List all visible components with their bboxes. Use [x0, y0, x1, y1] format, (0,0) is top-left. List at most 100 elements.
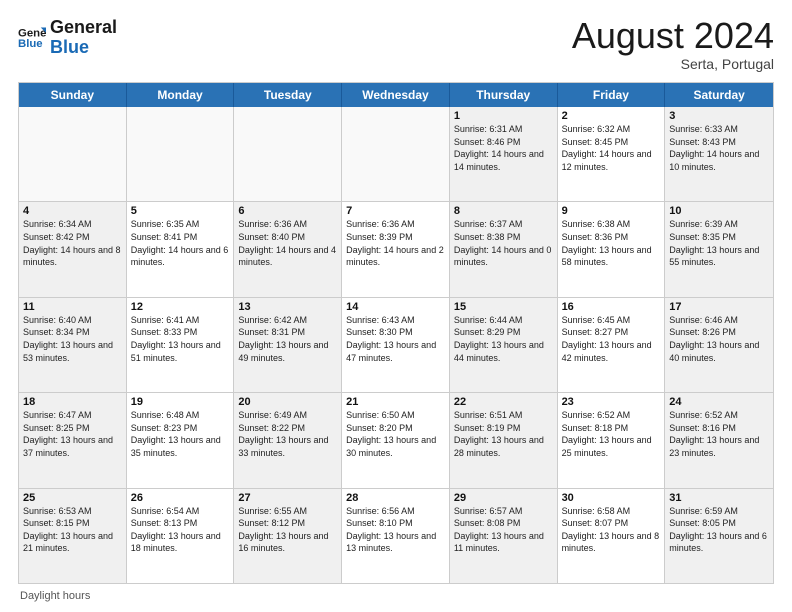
day-number: 6	[238, 205, 337, 217]
cal-row-1: 1Sunrise: 6:31 AM Sunset: 8:46 PM Daylig…	[19, 107, 773, 202]
day-number: 17	[669, 301, 769, 313]
cell-info: Sunrise: 6:50 AM Sunset: 8:20 PM Dayligh…	[346, 409, 445, 459]
day-number: 1	[454, 110, 553, 122]
cell-info: Sunrise: 6:57 AM Sunset: 8:08 PM Dayligh…	[454, 505, 553, 555]
cell-info: Sunrise: 6:36 AM Sunset: 8:39 PM Dayligh…	[346, 218, 445, 268]
cal-cell-5-1: 25Sunrise: 6:53 AM Sunset: 8:15 PM Dayli…	[19, 489, 127, 583]
day-number: 10	[669, 205, 769, 217]
logo: General Blue General Blue	[18, 18, 117, 58]
cal-cell-3-2: 12Sunrise: 6:41 AM Sunset: 8:33 PM Dayli…	[127, 298, 235, 392]
day-number: 16	[562, 301, 661, 313]
cal-cell-4-2: 19Sunrise: 6:48 AM Sunset: 8:23 PM Dayli…	[127, 393, 235, 487]
cal-row-5: 25Sunrise: 6:53 AM Sunset: 8:15 PM Dayli…	[19, 489, 773, 583]
calendar: Sunday Monday Tuesday Wednesday Thursday…	[18, 82, 774, 584]
cal-cell-2-4: 7Sunrise: 6:36 AM Sunset: 8:39 PM Daylig…	[342, 202, 450, 296]
day-number: 26	[131, 492, 230, 504]
calendar-body: 1Sunrise: 6:31 AM Sunset: 8:46 PM Daylig…	[19, 107, 773, 583]
cell-info: Sunrise: 6:40 AM Sunset: 8:34 PM Dayligh…	[23, 314, 122, 364]
logo-blue: Blue	[50, 37, 89, 57]
header-saturday: Saturday	[665, 83, 773, 107]
day-number: 14	[346, 301, 445, 313]
day-number: 23	[562, 396, 661, 408]
cell-info: Sunrise: 6:53 AM Sunset: 8:15 PM Dayligh…	[23, 505, 122, 555]
cell-info: Sunrise: 6:41 AM Sunset: 8:33 PM Dayligh…	[131, 314, 230, 364]
cell-info: Sunrise: 6:52 AM Sunset: 8:16 PM Dayligh…	[669, 409, 769, 459]
cell-info: Sunrise: 6:44 AM Sunset: 8:29 PM Dayligh…	[454, 314, 553, 364]
cell-info: Sunrise: 6:32 AM Sunset: 8:45 PM Dayligh…	[562, 123, 661, 173]
cell-info: Sunrise: 6:56 AM Sunset: 8:10 PM Dayligh…	[346, 505, 445, 555]
cell-info: Sunrise: 6:58 AM Sunset: 8:07 PM Dayligh…	[562, 505, 661, 555]
day-number: 12	[131, 301, 230, 313]
day-number: 21	[346, 396, 445, 408]
cal-cell-1-5: 1Sunrise: 6:31 AM Sunset: 8:46 PM Daylig…	[450, 107, 558, 201]
cal-cell-4-3: 20Sunrise: 6:49 AM Sunset: 8:22 PM Dayli…	[234, 393, 342, 487]
cal-cell-5-2: 26Sunrise: 6:54 AM Sunset: 8:13 PM Dayli…	[127, 489, 235, 583]
cal-cell-2-5: 8Sunrise: 6:37 AM Sunset: 8:38 PM Daylig…	[450, 202, 558, 296]
cal-row-4: 18Sunrise: 6:47 AM Sunset: 8:25 PM Dayli…	[19, 393, 773, 488]
day-number: 15	[454, 301, 553, 313]
cal-cell-4-5: 22Sunrise: 6:51 AM Sunset: 8:19 PM Dayli…	[450, 393, 558, 487]
cal-cell-3-7: 17Sunrise: 6:46 AM Sunset: 8:26 PM Dayli…	[665, 298, 773, 392]
location: Serta, Portugal	[572, 56, 774, 72]
cell-info: Sunrise: 6:47 AM Sunset: 8:25 PM Dayligh…	[23, 409, 122, 459]
logo-icon: General Blue	[18, 24, 46, 52]
day-number: 22	[454, 396, 553, 408]
day-number: 7	[346, 205, 445, 217]
cell-info: Sunrise: 6:42 AM Sunset: 8:31 PM Dayligh…	[238, 314, 337, 364]
month-title: August 2024	[572, 18, 774, 54]
cal-row-3: 11Sunrise: 6:40 AM Sunset: 8:34 PM Dayli…	[19, 298, 773, 393]
day-number: 28	[346, 492, 445, 504]
cal-cell-1-4	[342, 107, 450, 201]
header: General Blue General Blue August 2024 Se…	[18, 18, 774, 72]
cell-info: Sunrise: 6:31 AM Sunset: 8:46 PM Dayligh…	[454, 123, 553, 173]
cal-cell-3-3: 13Sunrise: 6:42 AM Sunset: 8:31 PM Dayli…	[234, 298, 342, 392]
cal-cell-4-1: 18Sunrise: 6:47 AM Sunset: 8:25 PM Dayli…	[19, 393, 127, 487]
calendar-header: Sunday Monday Tuesday Wednesday Thursday…	[19, 83, 773, 107]
header-tuesday: Tuesday	[234, 83, 342, 107]
day-number: 31	[669, 492, 769, 504]
cell-info: Sunrise: 6:38 AM Sunset: 8:36 PM Dayligh…	[562, 218, 661, 268]
cell-info: Sunrise: 6:43 AM Sunset: 8:30 PM Dayligh…	[346, 314, 445, 364]
cal-cell-1-6: 2Sunrise: 6:32 AM Sunset: 8:45 PM Daylig…	[558, 107, 666, 201]
day-number: 25	[23, 492, 122, 504]
cell-info: Sunrise: 6:34 AM Sunset: 8:42 PM Dayligh…	[23, 218, 122, 268]
day-number: 8	[454, 205, 553, 217]
cal-cell-2-6: 9Sunrise: 6:38 AM Sunset: 8:36 PM Daylig…	[558, 202, 666, 296]
day-number: 19	[131, 396, 230, 408]
cal-cell-3-4: 14Sunrise: 6:43 AM Sunset: 8:30 PM Dayli…	[342, 298, 450, 392]
cell-info: Sunrise: 6:46 AM Sunset: 8:26 PM Dayligh…	[669, 314, 769, 364]
cell-info: Sunrise: 6:48 AM Sunset: 8:23 PM Dayligh…	[131, 409, 230, 459]
cal-cell-2-2: 5Sunrise: 6:35 AM Sunset: 8:41 PM Daylig…	[127, 202, 235, 296]
cell-info: Sunrise: 6:45 AM Sunset: 8:27 PM Dayligh…	[562, 314, 661, 364]
day-number: 4	[23, 205, 122, 217]
day-number: 9	[562, 205, 661, 217]
cell-info: Sunrise: 6:39 AM Sunset: 8:35 PM Dayligh…	[669, 218, 769, 268]
day-number: 24	[669, 396, 769, 408]
header-friday: Friday	[558, 83, 666, 107]
day-number: 30	[562, 492, 661, 504]
cal-cell-3-6: 16Sunrise: 6:45 AM Sunset: 8:27 PM Dayli…	[558, 298, 666, 392]
cal-cell-4-7: 24Sunrise: 6:52 AM Sunset: 8:16 PM Dayli…	[665, 393, 773, 487]
cal-cell-5-4: 28Sunrise: 6:56 AM Sunset: 8:10 PM Dayli…	[342, 489, 450, 583]
cal-cell-5-3: 27Sunrise: 6:55 AM Sunset: 8:12 PM Dayli…	[234, 489, 342, 583]
logo-general: General	[50, 17, 117, 37]
cal-cell-5-5: 29Sunrise: 6:57 AM Sunset: 8:08 PM Dayli…	[450, 489, 558, 583]
day-number: 11	[23, 301, 122, 313]
header-right: August 2024 Serta, Portugal	[572, 18, 774, 72]
header-thursday: Thursday	[450, 83, 558, 107]
cell-info: Sunrise: 6:51 AM Sunset: 8:19 PM Dayligh…	[454, 409, 553, 459]
day-number: 18	[23, 396, 122, 408]
header-sunday: Sunday	[19, 83, 127, 107]
cell-info: Sunrise: 6:55 AM Sunset: 8:12 PM Dayligh…	[238, 505, 337, 555]
cal-cell-2-1: 4Sunrise: 6:34 AM Sunset: 8:42 PM Daylig…	[19, 202, 127, 296]
cell-info: Sunrise: 6:52 AM Sunset: 8:18 PM Dayligh…	[562, 409, 661, 459]
cell-info: Sunrise: 6:37 AM Sunset: 8:38 PM Dayligh…	[454, 218, 553, 268]
day-number: 13	[238, 301, 337, 313]
logo-text: General Blue	[50, 18, 117, 58]
header-wednesday: Wednesday	[342, 83, 450, 107]
day-number: 29	[454, 492, 553, 504]
cell-info: Sunrise: 6:59 AM Sunset: 8:05 PM Dayligh…	[669, 505, 769, 555]
cal-cell-1-7: 3Sunrise: 6:33 AM Sunset: 8:43 PM Daylig…	[665, 107, 773, 201]
header-monday: Monday	[127, 83, 235, 107]
cal-cell-5-7: 31Sunrise: 6:59 AM Sunset: 8:05 PM Dayli…	[665, 489, 773, 583]
